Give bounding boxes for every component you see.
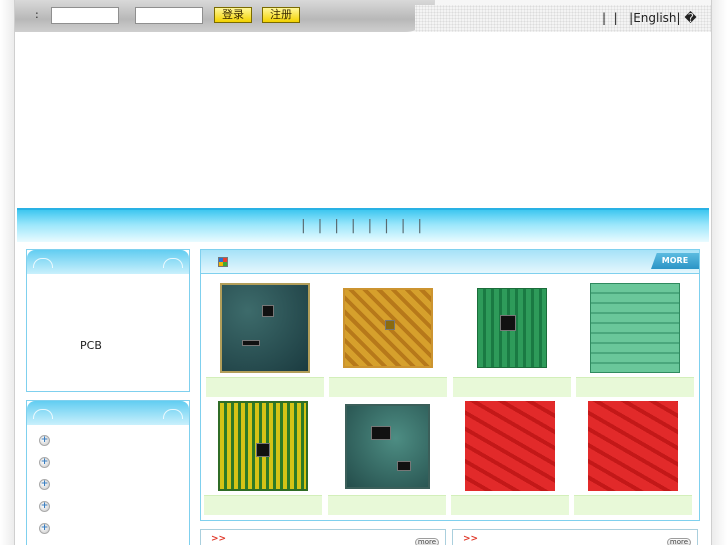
- double-arrow-icon: >>: [211, 534, 227, 544]
- product-image[interactable]: [574, 400, 692, 492]
- more-small-button[interactable]: more: [415, 538, 439, 545]
- product-caption[interactable]: [453, 377, 571, 397]
- product-image[interactable]: [453, 282, 571, 374]
- main-nav-bar: | | | | | | | |: [17, 208, 709, 242]
- product-image[interactable]: [204, 400, 322, 492]
- register-button[interactable]: 注册: [262, 7, 300, 23]
- sidebar-intro-header: [27, 250, 189, 274]
- expand-plus-icon: +: [39, 457, 50, 468]
- product-caption[interactable]: [204, 495, 322, 515]
- category-item[interactable]: +: [27, 431, 189, 453]
- product-card: [453, 282, 571, 397]
- sidebar-category-header: [27, 401, 189, 425]
- category-item[interactable]: +: [27, 453, 189, 475]
- sidebar-intro-box: PCB: [26, 249, 190, 392]
- page-shadow-right: [712, 0, 727, 545]
- pcb-label: PCB: [80, 339, 102, 352]
- category-item[interactable]: +: [27, 475, 189, 497]
- product-caption[interactable]: [328, 495, 446, 515]
- product-image[interactable]: [328, 400, 446, 492]
- page-frame: : 登录 注册 | | |English| � | | | | | | | | …: [14, 0, 712, 545]
- login-button[interactable]: 登录: [214, 7, 252, 23]
- product-image[interactable]: [329, 282, 447, 374]
- product-card: [576, 282, 694, 397]
- username-input[interactable]: [51, 7, 119, 24]
- more-small-button[interactable]: more: [667, 538, 691, 545]
- product-card: [204, 400, 322, 515]
- product-image[interactable]: [576, 282, 694, 374]
- category-item[interactable]: +: [27, 541, 189, 545]
- product-card: [574, 400, 692, 515]
- product-card: [206, 282, 324, 397]
- product-image[interactable]: [451, 400, 569, 492]
- username-label: :: [35, 8, 39, 21]
- expand-plus-icon: +: [39, 435, 50, 446]
- category-item[interactable]: +: [27, 497, 189, 519]
- product-panel-header: MORE: [201, 250, 699, 274]
- double-arrow-icon: >>: [463, 534, 479, 544]
- login-area: : 登录 注册: [15, 0, 435, 32]
- category-item[interactable]: +: [27, 519, 189, 541]
- product-caption[interactable]: [329, 377, 447, 397]
- expand-plus-icon: +: [39, 479, 50, 490]
- expand-plus-icon: +: [39, 523, 50, 534]
- bottom-panel-left: >> more: [200, 529, 446, 545]
- language-links[interactable]: | | |English| �: [602, 11, 697, 25]
- page-shadow-left: [0, 0, 14, 545]
- category-list: + + + + + +: [27, 425, 189, 545]
- product-panel: MORE: [200, 249, 700, 521]
- banner-area: [15, 32, 711, 206]
- more-button[interactable]: MORE: [651, 253, 699, 269]
- top-login-bar: : 登录 注册 | | |English| �: [15, 0, 711, 32]
- expand-plus-icon: +: [39, 501, 50, 512]
- sidebar-category-box: + + + + + +: [26, 400, 190, 545]
- product-caption[interactable]: [206, 377, 324, 397]
- product-card: [451, 400, 569, 515]
- product-caption[interactable]: [451, 495, 569, 515]
- product-card: [329, 282, 447, 397]
- product-caption[interactable]: [574, 495, 692, 515]
- product-card: [328, 400, 446, 515]
- password-input[interactable]: [135, 7, 203, 24]
- product-caption[interactable]: [576, 377, 694, 397]
- product-grid-icon: [218, 257, 228, 267]
- nav-separators[interactable]: | | | | | | | |: [301, 218, 423, 234]
- bottom-panel-right: >> more: [452, 529, 698, 545]
- product-image[interactable]: [206, 282, 324, 374]
